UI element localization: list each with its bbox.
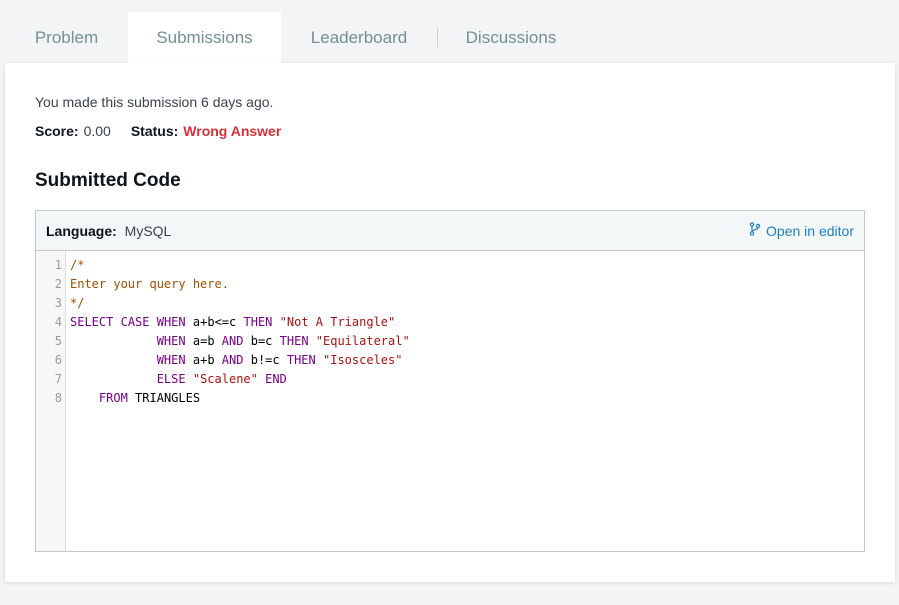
code-header: Language: MySQL Open in editor [36,211,864,251]
score-label: Score: [35,123,79,139]
code-lines: /* Enter your query here. */ SELECT CASE… [66,251,410,551]
status-label: Status: [130,123,179,139]
code-line: WHEN a+b AND b!=c THEN "Isosceles" [156,353,403,367]
line-number: 2 [54,277,62,291]
code-line: /* [70,258,85,272]
tab-problem[interactable]: Problem [5,12,128,64]
status-value: Wrong Answer [183,123,282,139]
score-status-row: Score: 0.00 Status: Wrong Answer [35,123,281,139]
line-number: 1 [54,258,62,272]
submitted-code-heading: Submitted Code [35,170,181,191]
language-info: Language: MySQL [46,223,171,239]
code-line: SELECT CASE WHEN a+b<=c THEN "Not A Tria… [70,315,396,329]
code-line: */ [70,296,85,310]
tab-submissions[interactable]: Submissions [128,12,281,64]
line-number: 5 [54,334,62,348]
line-number: 3 [54,296,62,310]
code-body[interactable]: 1 2 3 4 5 6 7 8 /* Enter your query here… [36,251,864,551]
tab-leaderboard[interactable]: Leaderboard [281,12,437,64]
code-line: ELSE "Scalene" END [156,372,287,386]
tab-divider [437,27,438,47]
code-viewer: Language: MySQL Open in editor 1 2 3 4 5… [35,210,865,552]
submission-tabs: Problem Submissions Leaderboard Discussi… [5,12,585,64]
submission-time-text: You made this submission 6 days ago. [35,94,274,110]
submission-panel: You made this submission 6 days ago. Sco… [5,63,895,582]
open-in-editor-label: Open in editor [766,222,854,239]
code-line: Enter your query here. [70,277,229,291]
tab-discussions[interactable]: Discussions [437,12,585,64]
line-number: 7 [54,372,62,386]
line-number: 8 [54,391,62,405]
code-line: FROM TRIANGLES [98,391,201,405]
code-line: WHEN a=b AND b=c THEN "Equilateral" [156,334,410,348]
line-number: 6 [54,353,62,367]
line-number: 4 [54,315,62,329]
git-branch-icon [749,222,761,239]
score-value: 0.00 [83,123,111,139]
language-label: Language: [46,222,117,239]
open-in-editor-link[interactable]: Open in editor [749,222,854,239]
line-number-gutter: 1 2 3 4 5 6 7 8 [36,251,66,551]
language-value: MySQL [124,222,172,239]
